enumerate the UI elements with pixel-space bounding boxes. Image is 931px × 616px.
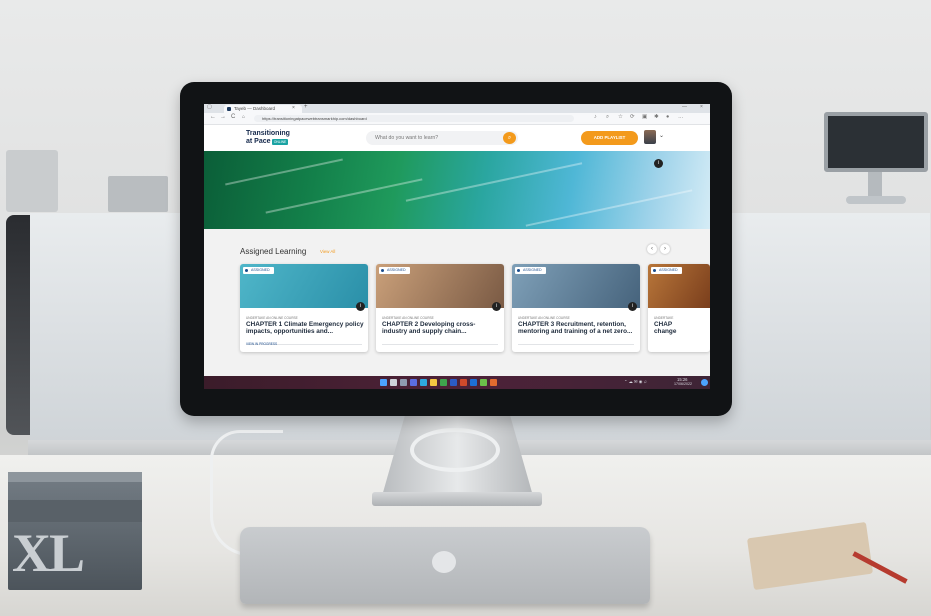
word-icon[interactable] bbox=[450, 379, 457, 386]
tab-title: Tayeb — Dashboard bbox=[234, 106, 276, 111]
notification-icon[interactable] bbox=[701, 379, 708, 386]
hero-graphic-line bbox=[225, 158, 343, 186]
profile-icon[interactable]: ● bbox=[666, 114, 669, 120]
settings-more-icon[interactable]: … bbox=[678, 114, 684, 120]
course-card[interactable]: ASSIGNED i UNDERTAKE AN ONLINE COURSE CH… bbox=[376, 264, 504, 352]
browser-address-bar: ← → C ⌂ https://transitioningatpacewebtr… bbox=[204, 113, 710, 125]
hero-info-icon[interactable]: i bbox=[654, 159, 663, 168]
book-top bbox=[8, 472, 142, 482]
background-monitor-right-stand bbox=[868, 172, 882, 198]
excel-icon[interactable] bbox=[440, 379, 447, 386]
course-title[interactable]: CHAPTER 3 Recruitment, retention, mentor… bbox=[518, 321, 636, 335]
course-type: UNDERTAKE AN ONLINE COURSE bbox=[246, 316, 298, 320]
system-tray-icons[interactable]: ⌃ ☁ ✉ ◉ ♫ bbox=[624, 379, 647, 384]
laptop-logo-icon bbox=[432, 551, 456, 573]
carousel-prev-button[interactable]: ‹ bbox=[647, 244, 657, 254]
back-arrow-icon[interactable]: ← bbox=[210, 114, 216, 120]
course-card[interactable]: ASSIGNED UNDERTAKE CHAP change bbox=[648, 264, 710, 352]
app-icon[interactable] bbox=[480, 379, 487, 386]
add-playlist-button[interactable]: ADD PLAYLIST bbox=[581, 131, 638, 145]
refresh-extension-icon[interactable]: ⟳ bbox=[630, 114, 635, 120]
course-progress-track bbox=[382, 344, 498, 345]
course-card[interactable]: ASSIGNED i UNDERTAKE AN ONLINE COURSE CH… bbox=[240, 264, 368, 352]
window-close-icon[interactable]: × bbox=[700, 104, 703, 110]
monitor-screen: ▢ Tayeb — Dashboard × + — × ← → C ⌂ http… bbox=[204, 104, 710, 389]
background-monitor-right-base bbox=[846, 196, 906, 204]
file-explorer-icon[interactable] bbox=[430, 379, 437, 386]
course-title[interactable]: CHAP change bbox=[654, 321, 694, 335]
browser-tab[interactable]: Tayeb — Dashboard bbox=[224, 105, 302, 113]
outlook-icon[interactable] bbox=[470, 379, 477, 386]
section-title: Assigned Learning bbox=[240, 247, 307, 256]
collections-icon[interactable]: ▣ bbox=[642, 114, 647, 120]
monitor-base bbox=[372, 492, 542, 506]
home-icon[interactable]: ⌂ bbox=[242, 114, 245, 120]
site-logo-tag: ONLINE bbox=[272, 139, 288, 145]
hero-banner: i bbox=[204, 151, 710, 229]
browser-tab-bar: ▢ Tayeb — Dashboard × + — × bbox=[204, 104, 710, 113]
background-monitor-left bbox=[6, 150, 58, 212]
hero-graphic-line bbox=[525, 189, 693, 227]
assigned-badge: ASSIGNED bbox=[515, 267, 546, 274]
hero-graphic-line bbox=[265, 178, 423, 214]
course-info-icon[interactable]: i bbox=[492, 302, 501, 311]
course-progress-track bbox=[518, 344, 634, 345]
powerpoint-icon[interactable] bbox=[460, 379, 467, 386]
assigned-badge: ASSIGNED bbox=[651, 267, 682, 274]
hero-graphic-line bbox=[405, 162, 583, 202]
taskbar-date[interactable]: 17/06/2022 bbox=[674, 382, 692, 386]
course-type: UNDERTAKE AN ONLINE COURSE bbox=[382, 316, 434, 320]
search-icon: ⌕ bbox=[507, 135, 512, 141]
edge-icon[interactable] bbox=[420, 379, 427, 386]
tab-favicon-icon bbox=[227, 107, 231, 111]
avatar[interactable] bbox=[644, 130, 656, 144]
course-title[interactable]: CHAPTER 2 Developing cross-industry and … bbox=[382, 321, 500, 335]
background-monitor-left-2 bbox=[108, 176, 168, 212]
favorites-star-icon[interactable]: ☆ bbox=[618, 114, 623, 120]
site-logo-line2[interactable]: at Pace bbox=[246, 138, 271, 145]
window-menu-icon[interactable]: ▢ bbox=[207, 104, 212, 110]
course-type: UNDERTAKE AN ONLINE COURSE bbox=[518, 316, 570, 320]
course-info-icon[interactable]: i bbox=[356, 302, 365, 311]
search-input[interactable]: What do you want to learn? bbox=[366, 131, 518, 145]
book-cover-text: XL bbox=[12, 523, 85, 583]
read-aloud-icon[interactable]: ♪ bbox=[594, 114, 597, 120]
windows-taskbar: ⌃ ☁ ✉ ◉ ♫ 15:26 17/06/2022 bbox=[204, 376, 710, 389]
search-button[interactable]: ⌕ bbox=[503, 132, 516, 144]
url-field[interactable]: https://transitioningatpacewebtransmarkh… bbox=[254, 115, 574, 122]
teams-icon[interactable] bbox=[410, 379, 417, 386]
refresh-icon[interactable]: C bbox=[231, 114, 235, 120]
window-minimize-icon[interactable]: — bbox=[682, 104, 687, 110]
extensions-icon[interactable]: ✱ bbox=[654, 114, 659, 120]
view-all-link[interactable]: View All bbox=[320, 249, 335, 254]
course-title[interactable]: CHAPTER 1 Climate Emergency policy impac… bbox=[246, 321, 364, 335]
forward-arrow-icon[interactable]: → bbox=[220, 114, 226, 120]
site-logo-line1[interactable]: Transitioning bbox=[246, 130, 290, 137]
carousel-next-button[interactable]: › bbox=[660, 244, 670, 254]
app-icon[interactable] bbox=[490, 379, 497, 386]
search-taskbar-icon[interactable] bbox=[390, 379, 397, 386]
assigned-badge: ASSIGNED bbox=[379, 267, 410, 274]
site-header: Transitioning at Pace ONLINE What do you… bbox=[204, 125, 710, 151]
zoom-icon[interactable]: ⌕ bbox=[606, 114, 609, 121]
task-view-icon[interactable] bbox=[400, 379, 407, 386]
new-tab-icon[interactable]: + bbox=[304, 104, 308, 110]
tab-close-icon[interactable]: × bbox=[292, 105, 295, 111]
background-monitor-right bbox=[824, 112, 928, 172]
course-type: UNDERTAKE bbox=[654, 316, 674, 320]
chevron-down-icon[interactable]: ⌄ bbox=[659, 132, 664, 139]
monitor-stand-cable-loop bbox=[410, 428, 500, 472]
course-info-icon[interactable]: i bbox=[628, 302, 637, 311]
course-status-link[interactable]: VIEW IN PROGRESS bbox=[246, 342, 277, 346]
book-band bbox=[8, 500, 142, 522]
start-windows-icon[interactable] bbox=[380, 379, 387, 386]
assigned-badge: ASSIGNED bbox=[243, 267, 274, 274]
course-card[interactable]: ASSIGNED i UNDERTAKE AN ONLINE COURSE CH… bbox=[512, 264, 640, 352]
